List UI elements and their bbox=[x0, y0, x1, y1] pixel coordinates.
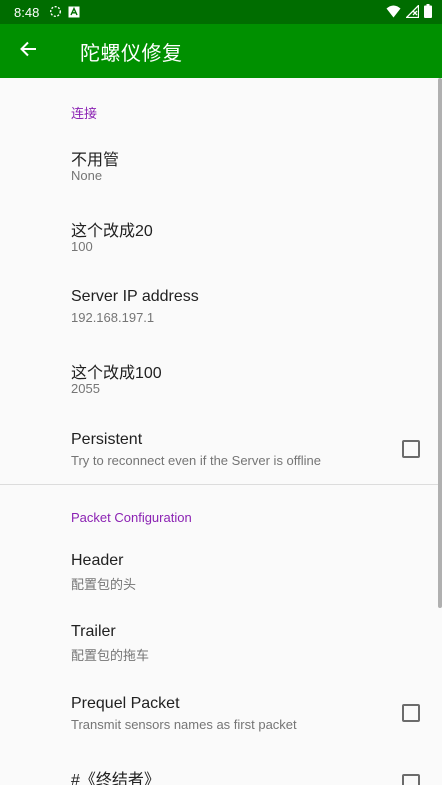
pref-title: Trailer bbox=[71, 623, 116, 640]
section-header-connection: 连接 bbox=[71, 106, 98, 121]
pref-summary: 192.168.197.1 bbox=[71, 310, 155, 325]
sync-icon bbox=[49, 3, 62, 22]
battery-icon bbox=[424, 3, 432, 22]
pref-title: 这个改成20 bbox=[71, 223, 153, 240]
pref-summary: 100 bbox=[71, 239, 93, 254]
pref-summary: 配置包的头 bbox=[71, 577, 137, 592]
back-button[interactable] bbox=[0, 24, 56, 78]
status-bar: 8:48 bbox=[0, 0, 442, 24]
no-signal-icon bbox=[404, 3, 420, 22]
pref-item-prequel-packet[interactable]: Prequel Packet Transmit sensors names as… bbox=[0, 680, 442, 751]
pref-item-persistent[interactable]: Persistent Try to reconnect even if the … bbox=[0, 417, 442, 483]
status-time: 8:48 bbox=[14, 4, 40, 20]
section-header-packet-configuration: Packet Configuration bbox=[71, 510, 192, 525]
wifi-icon bbox=[386, 3, 401, 22]
app-toolbar: 陀螺仪修复 bbox=[0, 24, 442, 78]
pref-title: 不用管 bbox=[71, 152, 120, 169]
pref-summary: Try to reconnect even if the Server is o… bbox=[71, 453, 322, 468]
pref-summary: None bbox=[71, 168, 103, 183]
a-box-icon bbox=[68, 3, 80, 22]
pref-summary: 配置包的拖车 bbox=[71, 648, 150, 663]
pref-item-change-to-20[interactable]: 这个改成20 100 bbox=[0, 204, 442, 275]
pref-title: #《终结者》 bbox=[71, 772, 160, 785]
pref-title: Header bbox=[71, 552, 124, 569]
pref-summary: 2055 bbox=[71, 381, 100, 396]
prequel-packet-checkbox[interactable] bbox=[402, 704, 420, 722]
pref-title: Prequel Packet bbox=[71, 695, 180, 712]
persistent-checkbox[interactable] bbox=[402, 440, 420, 458]
pref-item-change-to-100[interactable]: 这个改成100 2055 bbox=[0, 346, 442, 417]
scrollbar[interactable] bbox=[438, 78, 442, 608]
section-divider bbox=[0, 484, 442, 485]
preferences-list: 连接 不用管 None 这个改成20 100 Server IP address… bbox=[0, 78, 442, 785]
pref-title: 这个改成100 bbox=[71, 365, 162, 382]
pref-title: Server IP address bbox=[71, 288, 199, 305]
pref-item-terminator[interactable]: #《终结者》 bbox=[0, 751, 442, 785]
arrow-back-icon bbox=[19, 40, 37, 62]
pref-item-server-ip[interactable]: Server IP address 192.168.197.1 bbox=[0, 275, 442, 346]
page-title: 陀螺仪修复 bbox=[80, 40, 183, 65]
pref-summary: Transmit sensors names as first packet bbox=[71, 717, 297, 732]
pref-title: Persistent bbox=[71, 431, 143, 448]
pref-item-ignore[interactable]: 不用管 None bbox=[0, 132, 442, 204]
pref-item-trailer[interactable]: Trailer 配置包的拖车 bbox=[0, 609, 442, 680]
pref-item-header[interactable]: Header 配置包的头 bbox=[0, 538, 442, 609]
terminator-checkbox[interactable] bbox=[402, 774, 420, 785]
